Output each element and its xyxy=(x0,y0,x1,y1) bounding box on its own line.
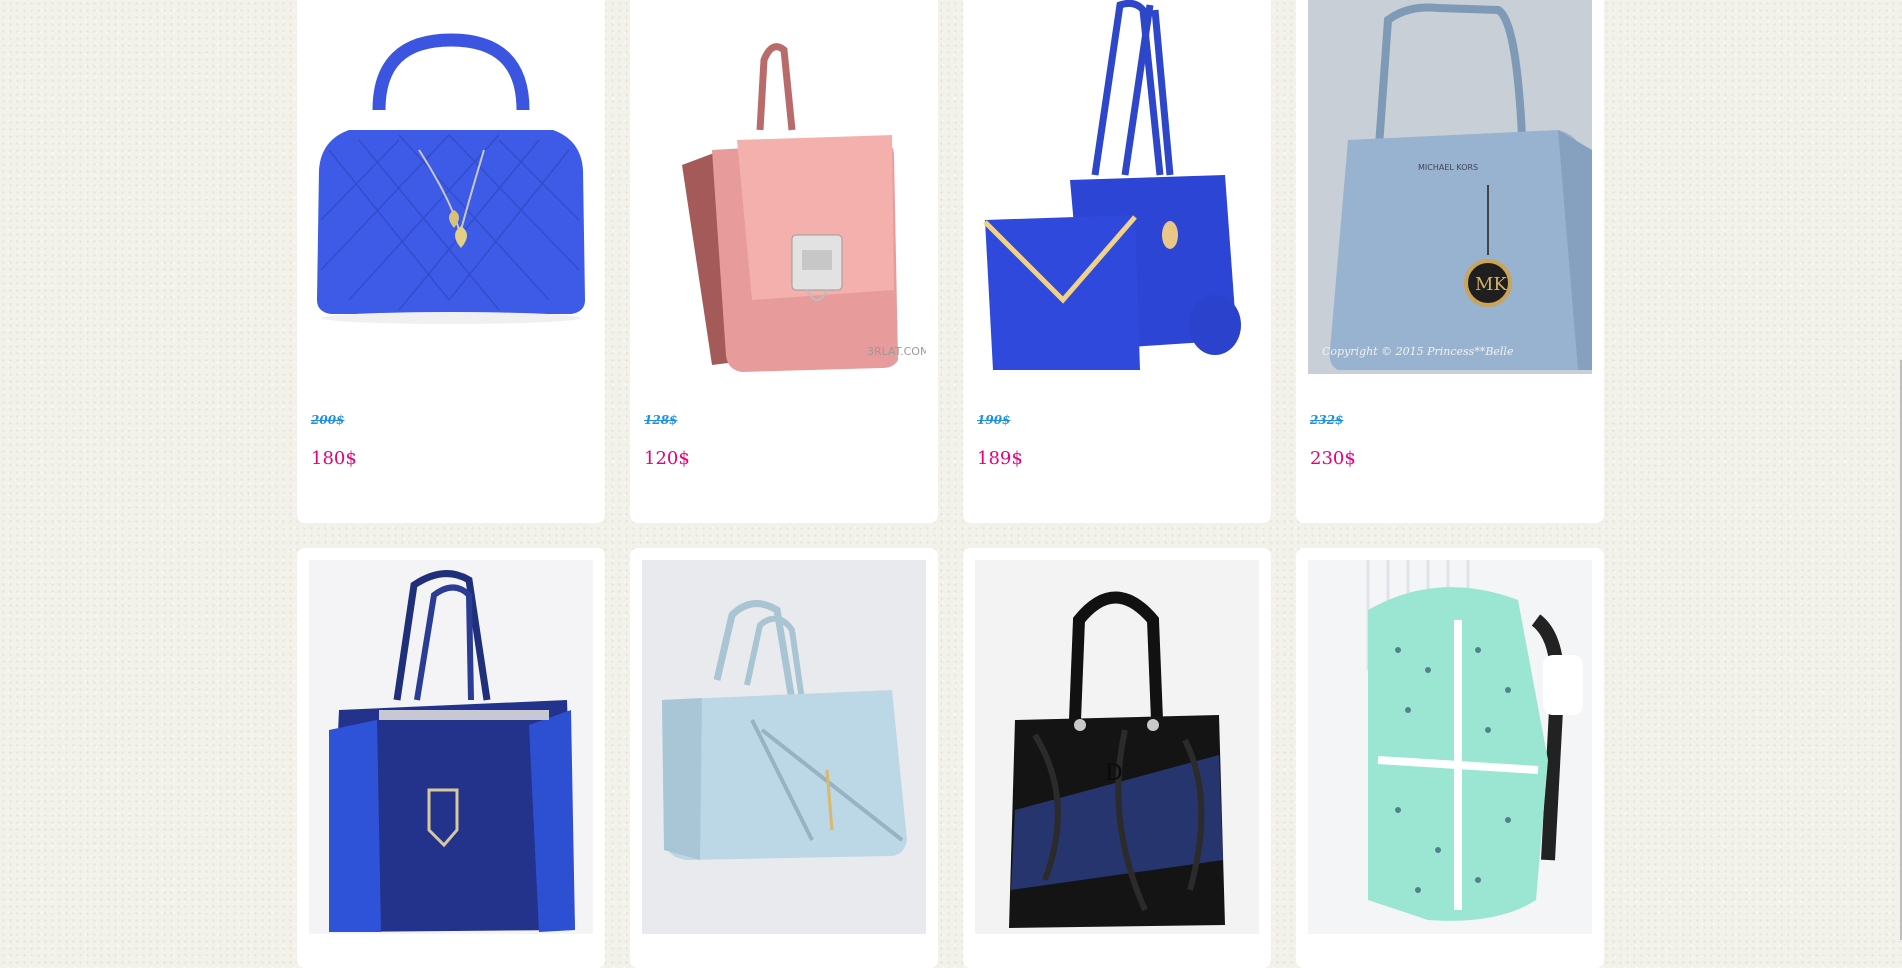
navy-tote-bag-image xyxy=(309,560,593,934)
watermark-text: Copyright © 2015 Princess**Belle xyxy=(1322,345,1514,358)
product-card[interactable]: D xyxy=(963,548,1271,968)
product-card[interactable] xyxy=(1296,548,1604,968)
product-image[interactable] xyxy=(975,0,1259,374)
brand-text: MICHAEL KORS xyxy=(1418,163,1478,172)
blue-quilted-bag-image xyxy=(309,0,593,374)
product-image[interactable] xyxy=(642,560,926,934)
product-card[interactable]: 200$ 180$ xyxy=(297,0,605,523)
product-card[interactable] xyxy=(630,548,938,968)
new-price: 189$ xyxy=(977,448,1023,469)
new-price: 180$ xyxy=(311,448,357,469)
new-price: 120$ xyxy=(644,448,690,469)
old-price: 128$ xyxy=(644,413,678,427)
light-blue-mk-bag-image: MICHAEL KORS MK Copyright © 2015 Princes… xyxy=(1308,0,1592,374)
svg-text:D: D xyxy=(1105,761,1123,786)
product-image[interactable]: MICHAEL KORS MK Copyright © 2015 Princes… xyxy=(1308,0,1592,374)
product-image[interactable] xyxy=(309,560,593,934)
product-card[interactable]: MICHAEL KORS MK Copyright © 2015 Princes… xyxy=(1296,0,1604,523)
old-price: 200$ xyxy=(311,413,345,427)
product-image[interactable]: D xyxy=(975,560,1259,934)
blue-tote-set-image xyxy=(975,0,1259,374)
old-price: 232$ xyxy=(1310,413,1344,427)
product-image[interactable] xyxy=(309,0,593,374)
product-card[interactable] xyxy=(297,548,605,968)
product-image[interactable] xyxy=(1308,560,1592,934)
new-price: 230$ xyxy=(1310,448,1356,469)
light-blue-tote-bag-image xyxy=(642,560,926,934)
mk-logo-text: MK xyxy=(1475,274,1507,295)
mint-backpack-image xyxy=(1308,560,1592,934)
product-image[interactable]: 3RLAT.COM xyxy=(642,0,926,374)
pink-patent-bag-image: 3RLAT.COM xyxy=(642,0,926,374)
product-card[interactable]: 190$ 189$ xyxy=(963,0,1271,523)
product-card[interactable]: 3RLAT.COM 128$ 120$ xyxy=(630,0,938,523)
watermark-text: 3RLAT.COM xyxy=(867,345,926,358)
old-price: 190$ xyxy=(977,413,1011,427)
black-croc-bag-image: D xyxy=(975,560,1259,934)
